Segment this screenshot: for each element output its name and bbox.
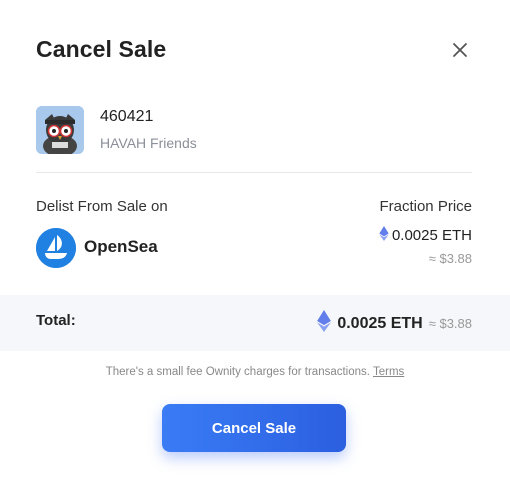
fraction-price-eth: 0.0025 ETH xyxy=(379,226,472,245)
total-label: Total: xyxy=(36,312,76,329)
nft-collection-name: HAVAH Friends xyxy=(100,135,197,151)
fraction-price-label: Fraction Price xyxy=(379,198,472,215)
total-usd-value: ≈ $3.88 xyxy=(428,316,472,331)
modal-title: Cancel Sale xyxy=(36,36,167,62)
total-eth-value: 0.0025 ETH xyxy=(337,314,423,332)
opensea-logo xyxy=(36,228,76,268)
fee-note: There's a small fee Ownity charges for t… xyxy=(0,366,510,378)
marketplace-name: OpenSea xyxy=(84,237,158,256)
nft-thumbnail xyxy=(36,106,84,154)
fee-note-text: There's a small fee Ownity charges for t… xyxy=(105,366,370,378)
price-usd-value: ≈ $3.88 xyxy=(428,251,472,266)
divider xyxy=(36,172,472,173)
eth-icon xyxy=(317,310,332,337)
delist-label: Delist From Sale on xyxy=(36,198,168,215)
total-value: 0.0025 ETH ≈ $3.88 xyxy=(317,310,472,337)
close-icon[interactable] xyxy=(451,41,469,59)
eth-icon xyxy=(379,226,389,245)
nft-token-id: 460421 xyxy=(100,108,154,125)
cancel-sale-button[interactable]: Cancel Sale xyxy=(162,404,346,452)
price-eth-value: 0.0025 ETH xyxy=(391,227,472,244)
terms-link[interactable]: Terms xyxy=(373,366,404,378)
